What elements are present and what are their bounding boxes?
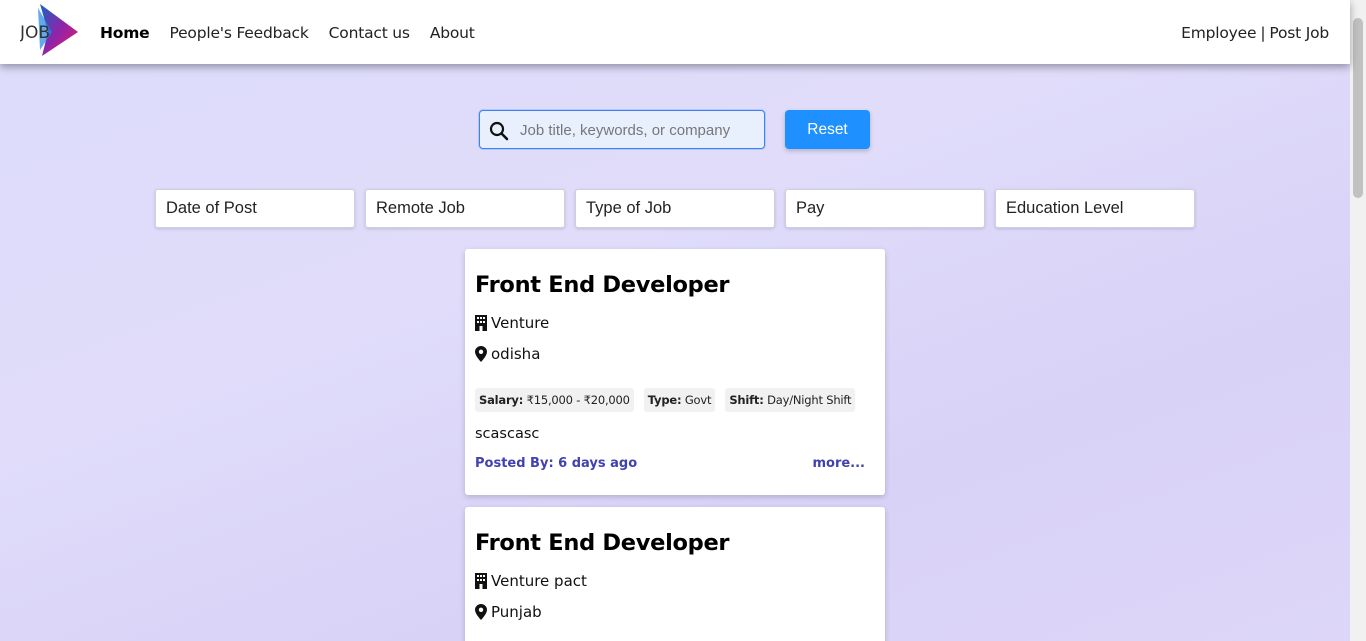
nav-employee[interactable]: Employee bbox=[1181, 24, 1256, 42]
nav-about[interactable]: About bbox=[430, 24, 475, 42]
type-label: Type: bbox=[647, 393, 682, 407]
nav-home[interactable]: Home bbox=[100, 24, 150, 42]
filter-pay[interactable]: Pay bbox=[785, 189, 985, 228]
reset-button[interactable]: Reset bbox=[785, 110, 870, 149]
type-value: Govt bbox=[684, 393, 712, 407]
filter-type-of-job[interactable]: Type of Job bbox=[575, 189, 775, 228]
filter-remote-job[interactable]: Remote Job bbox=[365, 189, 565, 228]
building-icon bbox=[475, 315, 487, 331]
shift-value: Day/Night Shift bbox=[767, 393, 852, 407]
filter-date-of-post[interactable]: Date of Post bbox=[155, 189, 355, 228]
posted-by: Posted By: 6 days ago bbox=[475, 456, 638, 471]
job-card-footer: Posted By: 6 days ago more... bbox=[475, 456, 875, 471]
page-scrollbar[interactable] bbox=[1350, 0, 1366, 641]
top-navbar: JOB Home People's Feedback Contact us Ab… bbox=[0, 0, 1350, 64]
job-company-row: Venture bbox=[475, 313, 875, 333]
job-location: odisha bbox=[491, 345, 541, 363]
job-description: scascasc bbox=[475, 426, 540, 442]
nav-peoples-feedback[interactable]: People's Feedback bbox=[169, 24, 308, 42]
nav-contact-us[interactable]: Contact us bbox=[329, 24, 410, 42]
nav-post-job[interactable]: Post Job bbox=[1269, 24, 1329, 42]
job-card[interactable]: Front End Developer Venture odisha Salar… bbox=[465, 249, 885, 495]
job-logo[interactable]: JOB bbox=[19, 2, 80, 58]
location-pin-icon bbox=[475, 346, 487, 362]
job-tags: Salary: ₹15,000 - ₹20,000 Type: Govt Shi… bbox=[475, 388, 875, 412]
nav-separator: | bbox=[1260, 24, 1266, 42]
shift-label: Shift: bbox=[729, 393, 764, 407]
building-icon bbox=[475, 573, 487, 589]
job-company: Venture pact bbox=[491, 572, 587, 590]
job-company: Venture bbox=[491, 314, 550, 332]
job-title: Front End Developer bbox=[475, 272, 730, 298]
job-location-row: odisha bbox=[475, 344, 875, 364]
salary-label: Salary: bbox=[479, 393, 524, 407]
salary-value: ₹15,000 - ₹20,000 bbox=[526, 393, 630, 407]
type-tag: Type: Govt bbox=[643, 388, 716, 412]
job-location: Punjab bbox=[491, 603, 542, 621]
search-box[interactable] bbox=[479, 110, 765, 149]
more-link[interactable]: more... bbox=[812, 456, 865, 471]
shift-tag: Shift: Day/Night Shift bbox=[725, 388, 856, 412]
search-icon bbox=[489, 121, 509, 141]
search-input[interactable] bbox=[520, 119, 755, 141]
job-card[interactable]: Front End Developer Venture pact Punjab bbox=[465, 507, 885, 641]
job-company-row: Venture pact bbox=[475, 571, 875, 591]
salary-tag: Salary: ₹15,000 - ₹20,000 bbox=[475, 388, 634, 412]
job-location-row: Punjab bbox=[475, 602, 875, 622]
main-nav: Home People's Feedback Contact us About bbox=[100, 0, 495, 66]
filter-bar: Date of Post Remote Job Type of Job Pay … bbox=[155, 189, 1205, 228]
job-title: Front End Developer bbox=[475, 530, 730, 556]
nav-right-links: Employee | Post Job bbox=[1181, 0, 1329, 66]
scrollbar-thumb[interactable] bbox=[1353, 18, 1363, 198]
filter-education-level[interactable]: Education Level bbox=[995, 189, 1195, 228]
location-pin-icon bbox=[475, 604, 487, 620]
logo-text: JOB bbox=[20, 23, 50, 43]
